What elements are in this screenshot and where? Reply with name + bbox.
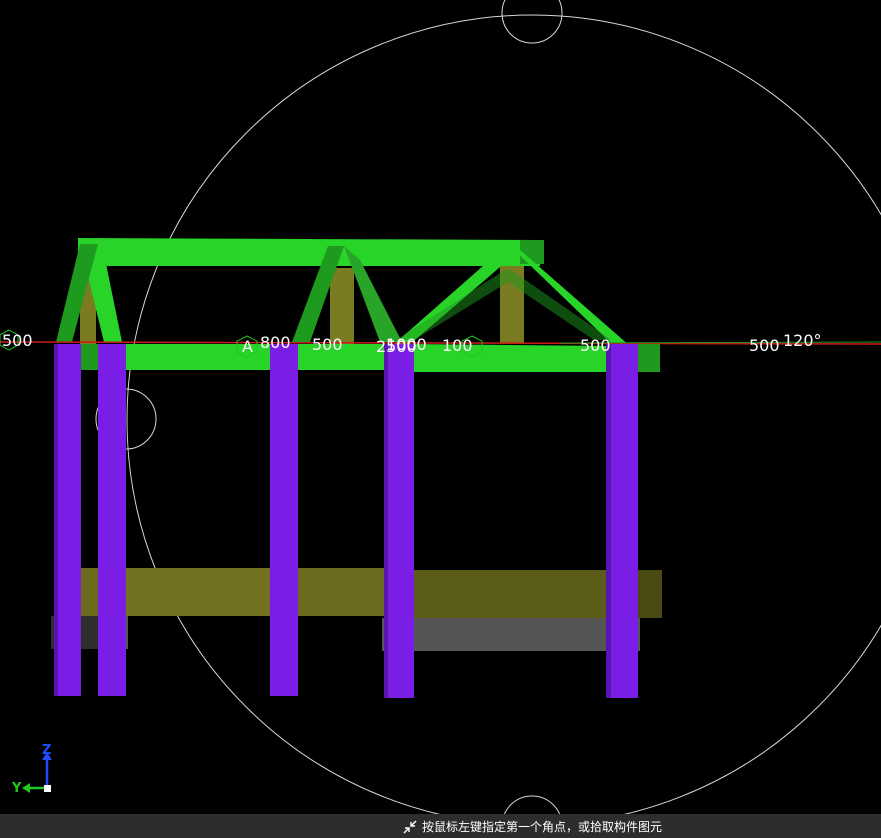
pick-cursor-icon — [403, 820, 417, 833]
angle-label: 120° — [783, 331, 822, 350]
dimension-label: 500 — [580, 336, 611, 355]
y-axis-label: Y — [12, 781, 22, 796]
3d-viewport[interactable]: 500 A 800 500 2500 1000 100 500 500 120°… — [0, 0, 881, 814]
orbit-circle[interactable] — [126, 14, 881, 814]
dimension-label: 500 — [2, 331, 33, 350]
foundation-beams[interactable] — [51, 616, 640, 651]
status-message: 按鼠标左键指定第一个角点，或拾取构件图元 — [422, 820, 663, 834]
dimension-label: 1000 — [386, 335, 427, 354]
slab-lower[interactable] — [78, 568, 662, 618]
dimension-label: 500 — [312, 335, 343, 354]
grid-axis-label: A — [242, 337, 253, 356]
dimension-label: 100 — [442, 336, 473, 355]
orbit-handle-bottom[interactable] — [502, 795, 562, 814]
scene-canvas[interactable] — [0, 0, 881, 814]
orbit-handle-top[interactable] — [501, 0, 563, 44]
dimension-label: 500 — [749, 336, 780, 355]
status-bar: 按鼠标左键指定第一个角点，或拾取构件图元 — [0, 814, 881, 838]
top-beam[interactable] — [78, 238, 544, 266]
axis-indicator: Z Y — [8, 744, 58, 800]
dimension-label: 800 — [260, 333, 291, 352]
main-beam[interactable] — [60, 344, 660, 372]
z-axis-label: Z — [42, 743, 52, 758]
